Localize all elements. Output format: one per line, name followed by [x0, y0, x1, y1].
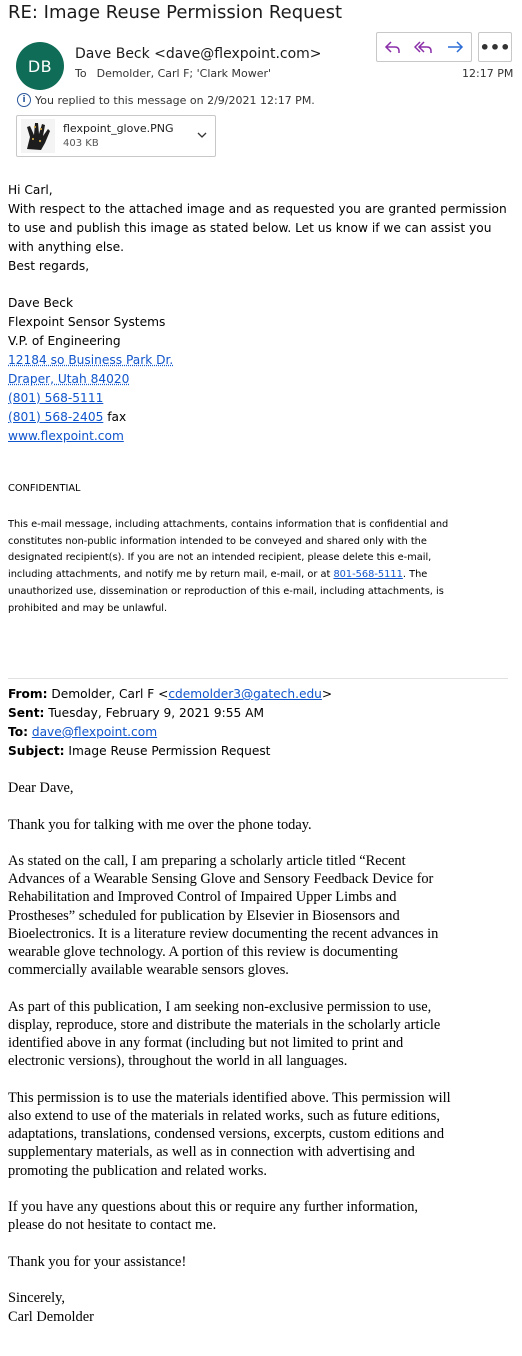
notice-line: unauthorized use, dissemination or repro…	[8, 585, 444, 597]
paragraph-line: Prostheses” scheduled for publication by…	[8, 907, 400, 924]
reply-actions-group	[376, 32, 472, 62]
to-label: To	[75, 67, 87, 80]
to-label: To:	[8, 725, 28, 739]
paragraph-line: please do not hesitate to contact me.	[8, 1217, 217, 1234]
info-icon: i	[17, 93, 31, 107]
notice-line: This e-mail message, including attachmen…	[8, 519, 449, 530]
paragraph-line: wearable glove technology. A portion of …	[8, 944, 398, 961]
more-actions-button[interactable]: •••	[478, 32, 512, 62]
paragraph-line: If you have any questions about this or …	[8, 1199, 419, 1216]
fax-label: fax	[103, 409, 127, 424]
paragraph-line: commercially available wearable sensors …	[8, 962, 289, 979]
paragraph-line: display, reproduce, store and distribute…	[8, 1016, 441, 1033]
forward-button[interactable]	[440, 33, 471, 61]
original-message-body: Dear Dave, Thank you for talking with me…	[8, 779, 518, 1326]
subject-label: Subject:	[8, 744, 65, 758]
divider	[8, 678, 508, 679]
closing: Best regards,	[8, 258, 90, 273]
attachment-name: flexpoint_glove.PNG	[63, 122, 174, 135]
reply-button[interactable]	[377, 33, 408, 61]
paragraph-line: As stated on the call, I am preparing a …	[8, 853, 406, 869]
recipients-line: To Demolder, Carl F; 'Clark Mower'	[75, 67, 271, 80]
from-email-link[interactable]: cdemolder3@gatech.edu	[168, 687, 322, 701]
signature-title: V.P. of Engineering	[8, 334, 121, 349]
from-label: From:	[8, 687, 48, 701]
website-link[interactable]: www.flexpoint.com	[8, 429, 124, 443]
sent-label: Sent:	[8, 706, 45, 720]
attachment-size: 403 KB	[63, 138, 99, 149]
from-end: >	[321, 687, 333, 701]
notice-line: designated recipient(s). If you are not …	[8, 552, 432, 564]
paragraph-line: Thank you for talking with me over the p…	[8, 816, 312, 833]
original-message-header: From: Demolder, Carl F <cdemolder3@gatec…	[8, 685, 332, 761]
attachment-card[interactable]: flexpoint_glove.PNG 403 KB	[16, 115, 216, 157]
notice-line: constitutes non-public information inten…	[8, 535, 427, 547]
paragraph-line: Advances of a Wearable Sensing Glove and…	[8, 871, 434, 888]
paragraph-line: Bioelectronics. It is a literature revie…	[8, 925, 439, 942]
paragraph-line: This permission is to use the materials …	[8, 1089, 451, 1106]
address-line2-link[interactable]: Draper, Utah 84020	[8, 372, 129, 386]
reply-icon	[384, 41, 400, 53]
subject-value: Image Reuse Permission Request	[64, 744, 271, 758]
replied-notice: i You replied to this message on 2/9/202…	[17, 93, 315, 107]
replied-notice-text: You replied to this message on 2/9/2021 …	[35, 93, 315, 107]
sent-value: Tuesday, February 9, 2021 9:55 AM	[44, 706, 264, 720]
sender-avatar[interactable]: DB	[16, 42, 64, 90]
from-line: From: Demolder, Carl F <cdemolder3@gatec…	[8, 685, 332, 704]
recipients[interactable]: Demolder, Carl F; 'Clark Mower'	[97, 67, 271, 80]
sender-signature-name: Carl Demolder	[8, 1308, 94, 1325]
notice-line: including attachments, and notify me by …	[8, 567, 513, 584]
paragraph-line: Rehabilitation and Improved Control of I…	[8, 889, 397, 906]
paragraph-line: also extend to use of the materials in r…	[8, 1108, 441, 1125]
reply-body: Hi Carl, With respect to the attached im…	[8, 181, 508, 446]
sender-name[interactable]: Dave Beck <dave@flexpoint.com>	[75, 46, 322, 62]
notice-text: . The	[402, 569, 428, 581]
reply-all-button[interactable]	[408, 33, 439, 61]
body-line: to use and publish this image as stated …	[8, 220, 492, 235]
paragraph-line: supplementary materials, as well as in c…	[8, 1144, 415, 1161]
fax-link[interactable]: (801) 568-2405	[8, 410, 103, 424]
paragraph-line: adaptations, translations, condensed ver…	[8, 1126, 445, 1143]
subject-line: Subject: Image Reuse Permission Request	[8, 742, 332, 761]
sent-line: Sent: Tuesday, February 9, 2021 9:55 AM	[8, 704, 332, 723]
address-line1-link[interactable]: 12184 so Business Park Dr.	[8, 353, 173, 367]
paragraph-line: Thank you for your assistance!	[8, 1253, 187, 1270]
from-name: Demolder, Carl F <	[47, 687, 169, 701]
signature-name: Dave Beck	[8, 296, 74, 311]
signature-company: Flexpoint Sensor Systems	[8, 315, 166, 330]
notice-line: prohibited and may be unlawful.	[8, 602, 168, 614]
notice-text: including attachments, and notify me by …	[8, 569, 334, 581]
phone-link[interactable]: (801) 568-5111	[8, 391, 103, 405]
salutation: Dear Dave,	[8, 780, 74, 796]
signoff: Sincerely,	[8, 1290, 66, 1307]
greeting: Hi Carl,	[8, 183, 53, 197]
paragraph-line: As part of this publication, I am seekin…	[8, 998, 432, 1015]
message-time: 12:17 PM	[462, 67, 514, 80]
chevron-down-icon[interactable]	[197, 128, 207, 142]
glove-thumbnail	[21, 119, 55, 153]
paragraph-line: promoting the publication and related wo…	[8, 1162, 267, 1179]
body-line: With respect to the attached image and a…	[8, 201, 507, 216]
paragraph-line: identified above in any format (includin…	[8, 1035, 404, 1052]
confidential-notice: This e-mail message, including attachmen…	[8, 517, 513, 617]
paragraph-line: electronic versions), throughout the wor…	[8, 1053, 348, 1070]
reply-all-icon	[413, 41, 432, 53]
notice-phone-link[interactable]: 801-568-5111	[333, 569, 402, 580]
to-line: To: dave@flexpoint.com	[8, 723, 332, 742]
confidential-heading: CONFIDENTIAL	[8, 483, 81, 494]
message-subject: RE: Image Reuse Permission Request	[8, 2, 343, 23]
body-line: with anything else.	[8, 239, 124, 254]
to-email-link[interactable]: dave@flexpoint.com	[32, 725, 157, 739]
forward-icon	[448, 41, 464, 53]
